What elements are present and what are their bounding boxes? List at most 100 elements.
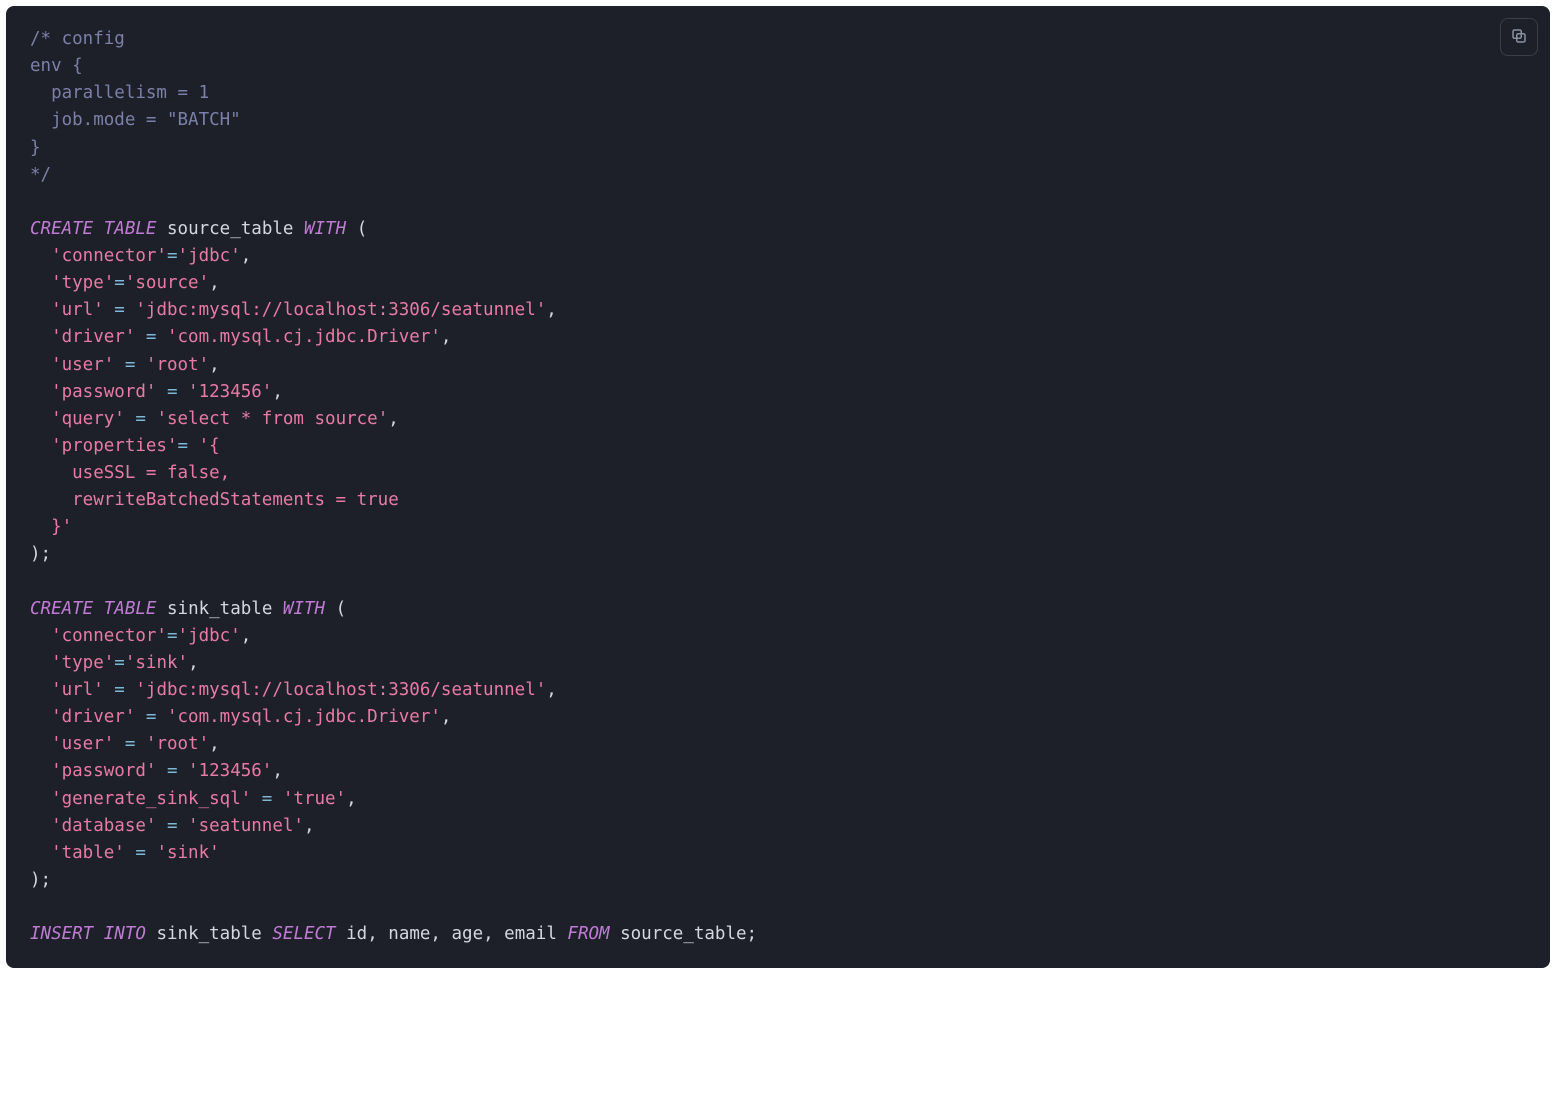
punct: , (241, 246, 252, 266)
indent (30, 246, 51, 266)
string: 'jdbc' (178, 246, 241, 266)
punct: , (209, 355, 220, 375)
string: useSSL = false, (30, 463, 230, 483)
operator: = (114, 355, 146, 375)
identifier: source_table (167, 219, 293, 239)
keyword: INSERT (30, 924, 93, 944)
copy-button[interactable] (1500, 18, 1538, 56)
operator: = (114, 653, 125, 673)
string: 'table' (51, 843, 125, 863)
operator: = (251, 789, 283, 809)
string: '{ (199, 436, 220, 456)
string: 'database' (51, 816, 156, 836)
string: 'properties' (51, 436, 177, 456)
keyword: TABLE (104, 599, 157, 619)
string: 'root' (146, 355, 209, 375)
string: 'seatunnel' (188, 816, 304, 836)
punct: ); (30, 870, 51, 890)
keyword: WITH (304, 219, 346, 239)
comment-line: job.mode = "BATCH" (30, 110, 241, 130)
indent (30, 789, 51, 809)
code-content: /* config env { parallelism = 1 job.mode… (30, 26, 1526, 948)
keyword: INTO (104, 924, 146, 944)
identifier: sink_table (167, 599, 272, 619)
operator: = (156, 761, 188, 781)
string: 'root' (146, 734, 209, 754)
punct: , (441, 707, 452, 727)
operator: = (125, 843, 157, 863)
indent (30, 707, 51, 727)
indent (30, 761, 51, 781)
indent (30, 734, 51, 754)
identifier: id, name, age, email (346, 924, 557, 944)
keyword: WITH (283, 599, 325, 619)
string: 'source' (125, 273, 209, 293)
punct: , (209, 734, 220, 754)
string: 'type' (51, 273, 114, 293)
string: 'jdbc' (178, 626, 241, 646)
string: 'jdbc:mysql://localhost:3306/seatunnel' (135, 300, 546, 320)
punct: ); (30, 544, 51, 564)
string: 'url' (51, 680, 104, 700)
indent (30, 436, 51, 456)
indent (30, 355, 51, 375)
punct: , (272, 761, 283, 781)
operator: = (167, 626, 178, 646)
comment-line: /* config (30, 29, 125, 49)
indent (30, 273, 51, 293)
punct: ( (357, 219, 368, 239)
keyword: TABLE (104, 219, 157, 239)
string: 'connector' (51, 626, 167, 646)
punct: , (304, 816, 315, 836)
string: 'com.mysql.cj.jdbc.Driver' (167, 707, 441, 727)
indent (30, 382, 51, 402)
code-block: /* config env { parallelism = 1 job.mode… (6, 6, 1550, 968)
identifier: sink_table (156, 924, 261, 944)
operator: = (156, 382, 188, 402)
operator: = (104, 300, 136, 320)
identifier: source_table; (620, 924, 757, 944)
string: 'url' (51, 300, 104, 320)
string: 'user' (51, 734, 114, 754)
punct: , (546, 680, 557, 700)
string: 'driver' (51, 707, 135, 727)
indent (30, 816, 51, 836)
keyword: CREATE (30, 219, 93, 239)
operator: = (135, 327, 167, 347)
string: 'com.mysql.cj.jdbc.Driver' (167, 327, 441, 347)
string: 'password' (51, 761, 156, 781)
keyword: FROM (567, 924, 609, 944)
operator: = (114, 734, 146, 754)
indent (30, 300, 51, 320)
comment-line: parallelism = 1 (30, 83, 209, 103)
string: 'driver' (51, 327, 135, 347)
keyword: CREATE (30, 599, 93, 619)
comment-line: env { (30, 56, 83, 76)
string: 'jdbc:mysql://localhost:3306/seatunnel' (135, 680, 546, 700)
operator: = (167, 246, 178, 266)
indent (30, 653, 51, 673)
string: 'connector' (51, 246, 167, 266)
punct: , (188, 653, 199, 673)
string: 'type' (51, 653, 114, 673)
copy-icon (1510, 27, 1528, 48)
punct: , (441, 327, 452, 347)
string: 'sink' (156, 843, 219, 863)
operator: = (156, 816, 188, 836)
string: rewriteBatchedStatements = true (30, 490, 399, 510)
punct: , (346, 789, 357, 809)
string: 'select * from source' (156, 409, 388, 429)
string: '123456' (188, 761, 272, 781)
operator: = (114, 273, 125, 293)
keyword: SELECT (272, 924, 335, 944)
operator: = (178, 436, 189, 456)
punct: ( (336, 599, 347, 619)
punct: , (241, 626, 252, 646)
punct: , (272, 382, 283, 402)
punct: , (546, 300, 557, 320)
indent (30, 843, 51, 863)
string: 'generate_sink_sql' (51, 789, 251, 809)
string: 'true' (283, 789, 346, 809)
indent (30, 327, 51, 347)
string: 'query' (51, 409, 125, 429)
